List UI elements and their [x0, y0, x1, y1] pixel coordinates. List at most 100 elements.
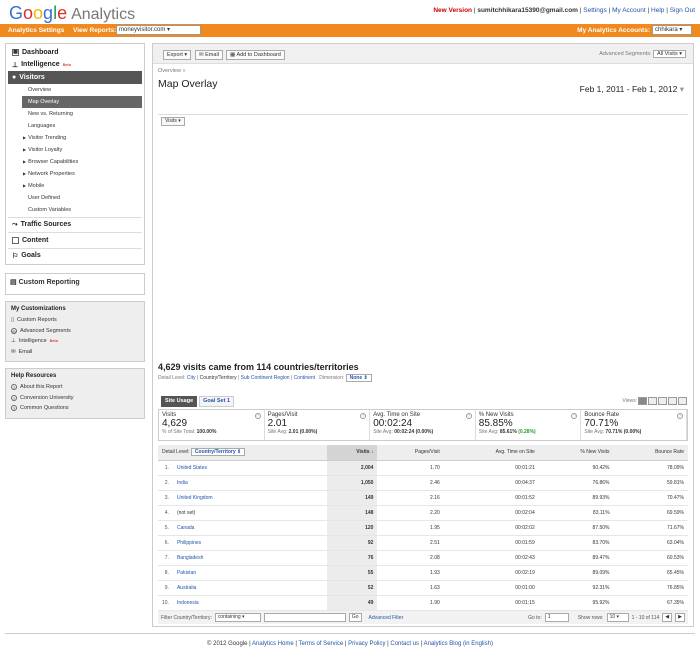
row-country: (not set) — [172, 505, 327, 521]
prev-page-button[interactable]: ◀ — [662, 613, 673, 622]
sidebar-subitem[interactable]: User Defined — [8, 192, 142, 204]
sidebar-subitem[interactable]: ▶ Visitor Loyalty — [8, 144, 142, 156]
comparison-view-icon[interactable] — [668, 397, 677, 405]
email-button[interactable]: ✉ Email — [195, 50, 223, 60]
help-icon[interactable]: ? — [254, 413, 261, 419]
my-account-link[interactable]: My Account — [612, 7, 646, 14]
row-country[interactable]: India — [172, 475, 327, 491]
advanced-filter-link[interactable]: Advanced Filter — [369, 615, 404, 621]
tab-site-usage[interactable]: Site Usage — [161, 396, 198, 407]
help-icon[interactable]: ? — [465, 413, 472, 419]
analytics-settings-link[interactable]: Analytics Settings — [8, 27, 64, 34]
map-metric-select[interactable]: Visits ▾ — [161, 117, 185, 126]
breadcrumb[interactable]: Overview » — [158, 68, 186, 74]
row-new-visits: 89.47% — [538, 550, 614, 566]
sidebar-subitem[interactable]: Custom Variables — [8, 204, 142, 216]
row-new-visits: 90.42% — [538, 460, 614, 476]
intelligence-link[interactable]: ⊥ Intelligence Beta — [11, 336, 139, 347]
visitor-subnav: Overview Map Overlay New vs. Returning Lang… — [8, 84, 142, 216]
row-new-visits: 89.93% — [538, 490, 614, 506]
help-icon[interactable]: ? — [676, 413, 683, 419]
report-toolbar: Export ▾ ✉ Email ▦ Add to Dashboard Adva… — [153, 44, 693, 64]
filter-input[interactable] — [263, 613, 346, 622]
pie-view-icon[interactable] — [648, 397, 657, 405]
sidebar-subitem[interactable]: New vs. Returning — [8, 108, 142, 120]
add-to-dashboard-button[interactable]: ▦ Add to Dashboard — [226, 50, 285, 60]
sort-down-icon: ↓ — [370, 449, 374, 456]
tab-goal-set-1[interactable]: Goal Set 1 — [199, 396, 235, 407]
detail-city-link[interactable]: City — [187, 375, 196, 381]
row-country[interactable]: Indonesia — [172, 595, 327, 611]
site-select[interactable]: moneyvisitor.com ▾ — [116, 25, 201, 35]
google-analytics-logo[interactable]: Google Analytics — [9, 3, 135, 24]
row-country[interactable]: Bangladesh — [172, 550, 327, 566]
col-new-visits[interactable]: % New Visits — [538, 445, 614, 461]
footer-terms[interactable]: Terms of Service — [299, 641, 344, 647]
sign-out-link[interactable]: Sign Out — [670, 7, 695, 14]
date-range-picker[interactable]: Feb 1, 2011 - Feb 1, 2012 ▾ — [580, 84, 684, 95]
show-rows-select[interactable]: 10 ▾ — [606, 613, 629, 622]
nav-dashboard[interactable]: ▦ Dashboard — [8, 46, 142, 59]
nav-visitors[interactable]: ● Visitors — [8, 71, 142, 84]
row-pages-visit: 2.08 — [377, 550, 444, 566]
detail-continent-link[interactable]: Continent — [294, 375, 315, 381]
footer-privacy[interactable]: Privacy Policy — [348, 641, 385, 647]
col-bounce-rate[interactable]: Bounce Rate — [613, 445, 688, 461]
report-nav: ▦ Dashboard ⊥ Intelligence Beta ● Visitors O… — [5, 43, 145, 265]
metric-sub: Site Avg: 85.61% (0.28%) — [478, 429, 536, 435]
sidebar-subitem[interactable]: ▶ Visitor Trending — [8, 132, 142, 144]
goto-page-input[interactable]: 1 — [544, 613, 569, 622]
filter-go-button[interactable]: Go — [348, 613, 362, 622]
filter-mode-select[interactable]: containing ▾ — [214, 613, 261, 622]
account-select[interactable]: chhikara ▾ — [652, 25, 692, 35]
col-avg-time[interactable]: Avg. Time on Site — [443, 445, 539, 461]
export-button[interactable]: Export ▾ — [163, 50, 192, 60]
footer-blog[interactable]: Analytics Blog (in English) — [424, 641, 493, 647]
nav-content[interactable]: Content — [8, 234, 142, 247]
sidebar-subitem[interactable]: ▶ Browser Capabilities — [8, 156, 142, 168]
advanced-segments-link[interactable]: ◎ Advanced Segments — [11, 326, 139, 337]
segment-select[interactable]: All Visits ▾ — [653, 50, 686, 58]
sidebar-subitem[interactable]: ▶ Mobile — [8, 180, 142, 192]
custom-reporting-box[interactable]: ▤ Custom Reporting — [5, 273, 145, 295]
row-new-visits: 87.50% — [538, 520, 614, 536]
about-report-link[interactable]: ? About this Report — [11, 382, 139, 393]
common-questions-link[interactable]: ? Common Questions — [11, 403, 139, 414]
col-visits[interactable]: Visits ↓ — [326, 445, 378, 461]
settings-link[interactable]: Settings — [583, 7, 607, 14]
row-country[interactable]: Australia — [172, 580, 327, 596]
sidebar-subitem[interactable]: Overview — [8, 84, 142, 96]
nav-traffic-sources[interactable]: ⤳ Traffic Sources — [8, 219, 142, 232]
row-country[interactable]: Canada — [172, 520, 327, 536]
dimension-select[interactable]: None ⇕ — [345, 374, 372, 382]
email-link[interactable]: ✉ Email — [11, 347, 139, 358]
sidebar-subitem[interactable]: Languages — [8, 120, 142, 132]
help-link[interactable]: Help — [651, 7, 664, 14]
row-country[interactable]: United States — [172, 460, 327, 476]
footer-divider — [5, 633, 695, 634]
nav-intelligence[interactable]: ⊥ Intelligence Beta — [8, 59, 142, 72]
performance-view-icon[interactable] — [658, 397, 667, 405]
footer-analytics-home[interactable]: Analytics Home — [252, 641, 294, 647]
conversion-university-link[interactable]: ? Conversion University — [11, 393, 139, 404]
table-view-icon[interactable] — [638, 397, 647, 405]
sidebar-subitem[interactable]: ▶ Network Properties — [8, 168, 142, 180]
col-pages-visit[interactable]: Pages/Visit — [377, 445, 444, 461]
question-icon: ? — [11, 394, 17, 401]
table-row: 7. Bangladesh 76 2.08 00:02:43 89.47% 60.53% — [158, 550, 688, 566]
footer-contact[interactable]: Contact us — [390, 641, 419, 647]
new-version-link[interactable]: New Version — [433, 7, 472, 14]
custom-reports-link[interactable]: ▯ Custom Reports — [11, 315, 139, 326]
row-visits: 120 — [326, 520, 378, 536]
row-country[interactable]: Pakistan — [172, 565, 327, 581]
next-page-button[interactable]: ▶ — [675, 613, 685, 622]
row-country[interactable]: United Kingdom — [172, 490, 327, 506]
row-country[interactable]: Philippines — [172, 535, 327, 551]
sidebar-subitem[interactable]: Map Overlay — [22, 95, 142, 108]
metric-value: 85.85% — [478, 418, 513, 429]
pivot-view-icon[interactable] — [678, 397, 687, 405]
dimension-dropdown[interactable]: Country/Territory ⇕ — [190, 448, 246, 457]
map-area[interactable]: Visits ▾ — [158, 114, 688, 359]
detail-subcontinent-link[interactable]: Sub Continent Region — [241, 375, 290, 381]
nav-goals[interactable]: ⚐ Goals — [8, 250, 142, 263]
